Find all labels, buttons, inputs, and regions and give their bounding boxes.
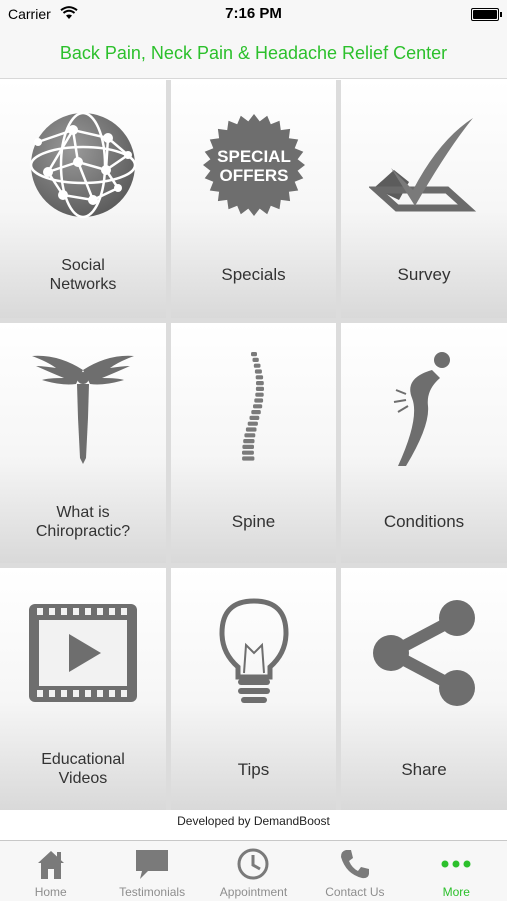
tile-tips[interactable]: Tips <box>171 568 336 810</box>
tile-label: Conditions <box>383 512 465 531</box>
tile-survey[interactable]: Survey <box>341 80 507 318</box>
svg-text:OFFERS: OFFERS <box>219 166 288 185</box>
tile-spine[interactable]: Spine <box>171 323 336 563</box>
tile-what-is-chiropractic[interactable]: What is Chiropractic? <box>0 323 166 563</box>
tab-label: Home <box>34 885 67 899</box>
tab-label: Appointment <box>219 885 288 899</box>
back-pain-figure-icon <box>341 333 507 483</box>
tile-label: Survey <box>397 265 451 284</box>
tile-label: Social Networks <box>49 257 117 293</box>
home-icon <box>37 851 64 879</box>
more-dots-icon <box>441 860 471 868</box>
tab-label: Contact Us <box>325 885 385 899</box>
developer-credit: Developed by DemandBoost <box>0 810 507 840</box>
video-play-icon <box>0 578 166 728</box>
tab-appointment[interactable]: Appointment <box>203 841 304 901</box>
tile-conditions[interactable]: Conditions <box>341 323 507 563</box>
menu-grid: Social Networks SPECIAL OFFERS Specials S… <box>0 80 507 810</box>
tile-specials[interactable]: SPECIAL OFFERS Specials <box>171 80 336 318</box>
tab-home[interactable]: Home <box>0 841 101 901</box>
status-time: 7:16 PM <box>225 5 282 22</box>
tile-educational-videos[interactable]: Educational Videos <box>0 568 166 810</box>
tab-more[interactable]: More <box>406 841 507 901</box>
tile-label: What is Chiropractic? <box>35 504 131 540</box>
winged-figure-icon <box>0 333 166 483</box>
tile-social-networks[interactable]: Social Networks <box>0 80 166 318</box>
tab-contact-us[interactable]: Contact Us <box>304 841 405 901</box>
checkmark-icon <box>341 90 507 240</box>
special-offers-badge-icon: SPECIAL OFFERS <box>171 90 336 240</box>
tile-share[interactable]: Share <box>341 568 507 810</box>
tile-label: Share <box>401 760 447 779</box>
battery-icon <box>471 8 502 21</box>
tab-testimonials[interactable]: Testimonials <box>101 841 202 901</box>
spine-icon <box>171 333 336 483</box>
tile-label: Spine <box>231 512 276 531</box>
tile-label: Tips <box>237 760 270 779</box>
header-bar: Back Pain, Neck Pain & Headache Relief C… <box>0 28 507 79</box>
share-icon <box>341 578 507 728</box>
status-bar: Carrier 7:16 PM <box>0 0 507 28</box>
tab-label: Testimonials <box>119 885 186 899</box>
lightbulb-icon <box>171 578 336 728</box>
chat-bubble-icon <box>136 850 169 879</box>
globe-network-icon <box>0 90 166 240</box>
tab-bar: Home Testimonials Appointment Contact Us… <box>0 840 507 901</box>
tab-label: More <box>442 885 470 899</box>
tile-label: Specials <box>221 265 286 284</box>
svg-text:SPECIAL: SPECIAL <box>217 147 291 166</box>
tile-label: Educational Videos <box>41 751 125 787</box>
page-title: Back Pain, Neck Pain & Headache Relief C… <box>59 43 448 63</box>
clock-icon <box>237 848 269 880</box>
phone-icon <box>340 850 369 879</box>
